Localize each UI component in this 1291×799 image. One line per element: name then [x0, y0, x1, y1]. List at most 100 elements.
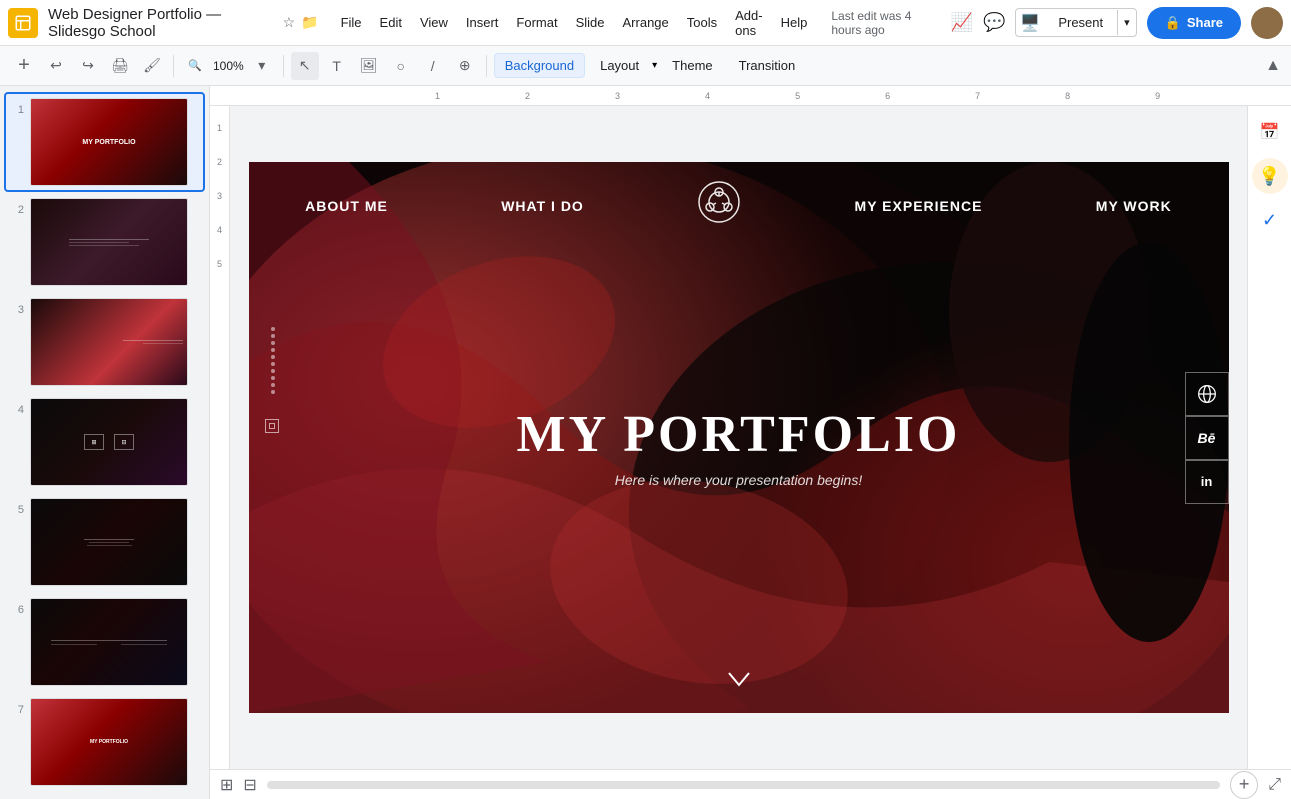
slide-thumb-7[interactable]: 7 MY PORTFOLIO	[6, 694, 203, 790]
slide-thumb-5[interactable]: 5	[6, 494, 203, 590]
shape-tool[interactable]: ○	[387, 52, 415, 80]
check-circle-icon[interactable]: ✓	[1252, 202, 1288, 238]
present-button[interactable]: 🖥️ Present ▾	[1015, 8, 1136, 37]
menu-file[interactable]: File	[333, 11, 370, 34]
slide-1-preview: MY PORTFOLIO	[31, 99, 187, 185]
slide-2-preview	[31, 199, 187, 285]
scroll-down-chevron[interactable]	[727, 670, 751, 693]
share-label: Share	[1187, 15, 1223, 30]
cursor-tool[interactable]: ↖	[291, 52, 319, 80]
transition-button[interactable]: Transition	[728, 53, 807, 78]
expand-icon[interactable]: ⤢	[1268, 776, 1281, 794]
paint-format-btn[interactable]: 🖌	[138, 52, 166, 80]
user-avatar[interactable]	[1251, 7, 1283, 39]
background-button[interactable]: Background	[494, 53, 585, 78]
line-tool[interactable]: /	[419, 52, 447, 80]
slide-6-preview	[31, 599, 187, 685]
slide-number-1: 1	[10, 104, 24, 116]
slide-image-4: ⊞ ⊟	[30, 398, 188, 486]
vertical-ruler: 1 2 3 4 5	[210, 106, 230, 769]
menu-addons[interactable]: Add-ons	[727, 4, 770, 42]
activity-icon[interactable]: 📈	[951, 12, 973, 33]
slide-thumb-4[interactable]: 4 ⊞ ⊟	[6, 394, 203, 490]
menu-format[interactable]: Format	[508, 11, 565, 34]
more-tools[interactable]: ⊕	[451, 52, 479, 80]
main-area: 1 MY PORTFOLIO 2 3	[0, 86, 1291, 799]
menu-tools[interactable]: Tools	[679, 11, 725, 34]
slide-thumb-6[interactable]: 6	[6, 594, 203, 690]
theme-button[interactable]: Theme	[661, 53, 723, 78]
top-right-actions: 📈 💬 🖥️ Present ▾ 🔒 Share	[951, 7, 1283, 39]
nav-logo-icon	[697, 180, 741, 231]
slide-image-5	[30, 498, 188, 586]
ruler-tick: 4	[705, 91, 710, 101]
grid-view-btn[interactable]: ⊞	[220, 775, 233, 795]
menu-edit[interactable]: Edit	[372, 11, 410, 34]
slide-number-3: 3	[10, 304, 24, 316]
layout-arrow: ▾	[652, 60, 657, 71]
slide-number-2: 2	[10, 204, 24, 216]
doc-title: Web Designer Portfolio — Slidesgo School	[48, 6, 277, 40]
present-dropdown-arrow[interactable]: ▾	[1117, 10, 1136, 35]
slide-thumb-3[interactable]: 3	[6, 294, 203, 390]
dot-8	[271, 376, 275, 380]
v-ruler-tick: 2	[217, 157, 222, 167]
menu-help[interactable]: Help	[773, 11, 816, 34]
separator	[283, 55, 284, 77]
menu-insert[interactable]: Insert	[458, 11, 507, 34]
image-tool[interactable]: 🖼	[355, 52, 383, 80]
horizontal-scrollbar[interactable]	[267, 781, 1220, 789]
present-label[interactable]: Present	[1044, 9, 1117, 36]
star-icon[interactable]: ☆	[283, 14, 296, 31]
social-icon-globe[interactable]	[1185, 372, 1229, 416]
text-tool[interactable]: T	[323, 52, 351, 80]
list-view-btn[interactable]: ⊟	[243, 775, 256, 795]
zoom-in-btn[interactable]: ▾	[248, 52, 276, 80]
menu-arrange[interactable]: Arrange	[615, 11, 677, 34]
v-ruler-tick: 5	[217, 259, 222, 269]
nav-about-me[interactable]: ABOUT ME	[305, 198, 388, 214]
slide-main-content: MY PORTFOLIO Here is where your presenta…	[517, 404, 961, 487]
redo-btn[interactable]: ↪	[74, 52, 102, 80]
ruler-tick: 9	[1155, 91, 1160, 101]
slide-thumb-2[interactable]: 2	[6, 194, 203, 290]
slide-number-5: 5	[10, 504, 24, 516]
collapse-toolbar-btn[interactable]: ▲	[1265, 57, 1281, 75]
slide-nav: ABOUT ME WHAT I DO	[249, 180, 1229, 231]
nav-my-work[interactable]: MY WORK	[1096, 198, 1172, 214]
zoom-out-btn[interactable]: 🔍	[181, 52, 209, 80]
layout-label: Layout	[589, 53, 650, 78]
separator	[173, 55, 174, 77]
slides-panel: 1 MY PORTFOLIO 2 3	[0, 86, 210, 799]
editor-main: 1 2 3 4 5	[210, 106, 1291, 769]
social-icon-behance[interactable]: Bē	[1185, 416, 1229, 460]
dot-3	[271, 341, 275, 345]
comments-icon[interactable]: 💬	[983, 12, 1005, 33]
insert-btn[interactable]: +	[10, 52, 38, 80]
top-bar: Web Designer Portfolio — Slidesgo School…	[0, 0, 1291, 46]
slide-thumb-1[interactable]: 1 MY PORTFOLIO	[6, 94, 203, 190]
print-btn[interactable]: 🖨	[106, 52, 134, 80]
menu-slide[interactable]: Slide	[568, 11, 613, 34]
calendar-icon[interactable]: 📅	[1252, 114, 1288, 150]
nav-what-i-do[interactable]: WHAT I DO	[501, 198, 584, 214]
ruler-tick: 6	[885, 91, 890, 101]
social-icon-linkedin[interactable]: in	[1185, 460, 1229, 504]
undo-btn[interactable]: ↩	[42, 52, 70, 80]
folder-icon[interactable]: 📁	[301, 14, 318, 31]
menu-view[interactable]: View	[412, 11, 456, 34]
slide-image-1: MY PORTFOLIO	[30, 98, 188, 186]
share-button[interactable]: 🔒 Share	[1147, 7, 1241, 39]
nav-my-experience[interactable]: MY EXPERIENCE	[855, 198, 983, 214]
add-slide-button[interactable]: +	[1230, 771, 1258, 799]
last-edit: Last edit was 4 hours ago	[831, 9, 944, 37]
slide-canvas[interactable]: ABOUT ME WHAT I DO	[249, 162, 1229, 713]
dot-10	[271, 390, 275, 394]
canvas-area[interactable]: ABOUT ME WHAT I DO	[230, 106, 1247, 769]
ruler-tick: 7	[975, 91, 980, 101]
slide-left-dots	[271, 327, 275, 603]
portfolio-subtitle: Here is where your presentation begins!	[517, 471, 961, 487]
bottom-bar: ⊞ ⊟ + ⤢	[210, 769, 1291, 799]
layout-dropdown[interactable]: Layout ▾	[589, 53, 657, 78]
bulb-icon[interactable]: 💡	[1252, 158, 1288, 194]
